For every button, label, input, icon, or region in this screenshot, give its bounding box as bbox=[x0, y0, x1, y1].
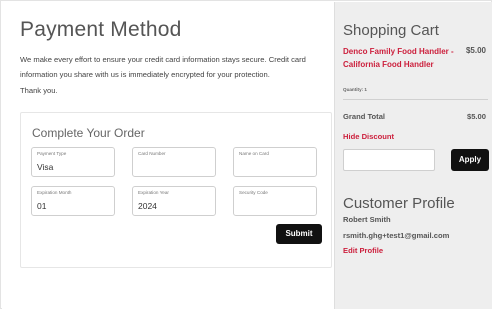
grand-total-label: Grand Total bbox=[343, 112, 386, 121]
edit-profile-link[interactable]: Edit Profile bbox=[343, 246, 383, 255]
name-on-card-field[interactable]: Name on Card bbox=[233, 147, 317, 177]
expiration-year-value: 2024 bbox=[138, 201, 157, 211]
apply-button[interactable]: Apply bbox=[451, 149, 489, 171]
complete-order-form: Complete Your Order Payment Type Visa Ca… bbox=[20, 112, 332, 268]
expiration-month-label: Expiration Month bbox=[37, 190, 72, 195]
order-form-title: Complete Your Order bbox=[32, 126, 145, 140]
profile-email: rsmith.ghg+test1@gmail.com bbox=[343, 231, 450, 240]
expiration-month-field[interactable]: Expiration Month 01 bbox=[31, 186, 115, 216]
grand-total-value: $5.00 bbox=[466, 112, 486, 121]
security-code-label: Security Code bbox=[239, 190, 268, 195]
discount-code-input[interactable] bbox=[343, 149, 435, 171]
payment-type-value: Visa bbox=[37, 162, 54, 172]
security-code-field[interactable]: Security Code bbox=[233, 186, 317, 216]
expiration-year-field[interactable]: Expiration Year 2024 bbox=[132, 186, 216, 216]
payment-panel: Payment Method We make every effort to e… bbox=[2, 2, 334, 309]
thank-you-text: Thank you. bbox=[20, 86, 58, 95]
payment-type-field[interactable]: Payment Type Visa bbox=[31, 147, 115, 177]
payment-type-label: Payment Type bbox=[37, 151, 67, 156]
security-notice: We make every effort to ensure your cred… bbox=[20, 55, 306, 79]
cart-title: Shopping Cart bbox=[343, 22, 439, 39]
payment-page: Payment Method We make every effort to e… bbox=[0, 0, 492, 309]
page-title: Payment Method bbox=[20, 18, 182, 41]
hide-discount-link[interactable]: Hide Discount bbox=[343, 132, 394, 141]
name-on-card-label: Name on Card bbox=[239, 151, 269, 156]
expiration-year-label: Expiration Year bbox=[138, 190, 169, 195]
submit-button[interactable]: Submit bbox=[276, 224, 322, 244]
cart-item-name[interactable]: Denco Family Food Handler - California F… bbox=[343, 46, 455, 71]
profile-title: Customer Profile bbox=[343, 195, 455, 212]
cart-sidebar: Shopping Cart Denco Family Food Handler … bbox=[334, 2, 492, 309]
card-number-label: Card Number bbox=[138, 151, 166, 156]
expiration-month-value: 01 bbox=[37, 201, 47, 211]
card-number-field[interactable]: Card Number bbox=[132, 147, 216, 177]
cart-item-price: $5.00 bbox=[465, 46, 486, 55]
cart-item-quantity: Quantity: 1 bbox=[343, 87, 367, 92]
profile-name: Robert Smith bbox=[343, 215, 391, 224]
cart-divider bbox=[343, 99, 488, 100]
